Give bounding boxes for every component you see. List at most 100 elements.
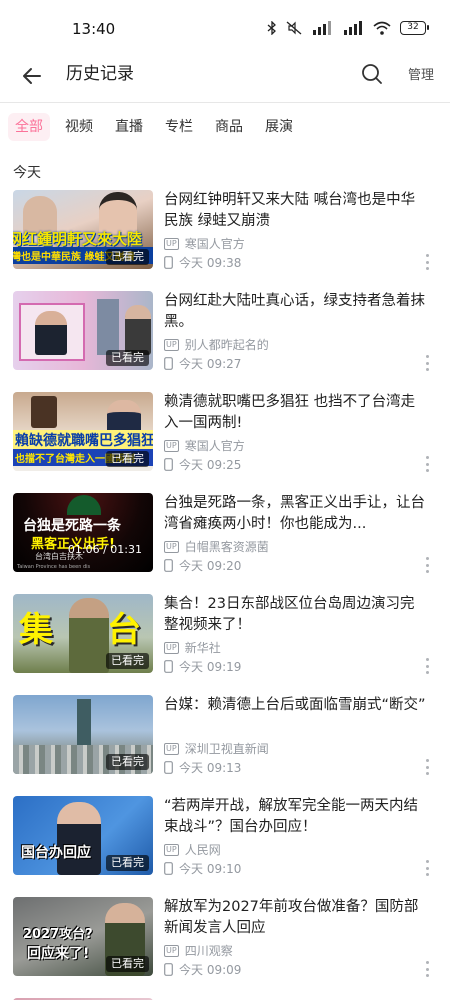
history-item[interactable]: 2027攻台? 回应来了! 已看完 解放军为2027年前攻台做准备？国防部新闻发… [0,897,450,998]
uploader-row: UP 四川观察 [164,942,233,959]
tab-article[interactable]: 专栏 [158,113,200,141]
video-title[interactable]: “若两岸开战，解放军完全能一两天内结束战斗”？国台办回应！ [164,796,426,838]
history-item[interactable]: 已看完 台网红赴大陆吐真心话，绿支持者急着抹黑。 UP 别人都昨起名的 今天 0… [0,291,450,392]
history-item[interactable]: 台独是死路一条 黑客正义出手! 台湾白吉扶木 Taiwan Province h… [0,493,450,594]
video-thumbnail[interactable]: 网红鍾明軒又來大陸 灣也是中華民族 綠蛙又崩潰 已看完 [13,190,153,269]
up-badge-icon: UP [164,944,179,957]
back-arrow-icon [23,68,41,84]
watched-badge: 已看完 [106,451,149,467]
search-icon [362,64,382,84]
watched-badge: 已看完 [106,754,149,770]
watch-time: 今天 09:20 [179,559,242,573]
uploader-name[interactable]: 别人都昨起名的 [185,336,269,353]
more-options-button[interactable] [422,658,432,674]
thumbnail-caption-1: 国台办回应 [21,845,91,861]
page-title: 历史记录 [66,64,134,84]
history-list: 网红鍾明軒又來大陸 灣也是中華民族 綠蛙又崩潰 已看完 台网红钟明轩又来大陆 喊… [0,190,450,1000]
thumbnail-caption-2: 台 [107,610,141,650]
up-badge-icon: UP [164,540,179,553]
more-options-button[interactable] [422,254,432,270]
video-title[interactable]: 解放军为2027年前攻台做准备？国防部新闻发言人回应 [164,897,426,939]
bluetooth-icon [267,21,276,35]
manage-button[interactable]: 管理 [408,64,434,83]
mute-icon [286,21,302,35]
phone-icon [164,458,173,471]
more-options-button[interactable] [422,355,432,371]
playback-progress-badge: 01:06 / 01:31 [67,543,142,556]
video-thumbnail[interactable]: 集 台 已看完 [13,594,153,673]
phone-icon [164,761,173,774]
up-badge-icon: UP [164,338,179,351]
thumbnail-caption-1: 賴缺德就職嘴巴多猖狂 [13,430,153,450]
tab-video[interactable]: 视频 [58,113,100,141]
watch-time: 今天 09:13 [179,761,242,775]
watch-time: 今天 09:10 [179,862,242,876]
tab-goods[interactable]: 商品 [208,113,250,141]
uploader-row: UP 寒国人官方 [164,235,245,252]
tab-all[interactable]: 全部 [8,113,50,141]
video-thumbnail[interactable]: 已看完 [13,695,153,774]
thumbnail-person-left [35,311,67,355]
uploader-name[interactable]: 深圳卫视直新闻 [185,740,269,757]
thumbnail-building [97,299,119,355]
up-badge-icon: UP [164,641,179,654]
wifi-icon [373,21,391,35]
uploader-name[interactable]: 寒国人官方 [185,235,245,252]
uploader-name[interactable]: 新华社 [185,639,221,656]
status-time: 13:40 [72,20,116,38]
thumbnail-caption-1: 2027攻台? [23,927,93,942]
watch-time-row: 今天 09:25 [164,456,241,473]
thumbnail-person [57,802,101,875]
thumbnail-person-right [125,305,151,355]
video-title[interactable]: 赖清德就职嘴巴多猖狂 也挡不了台湾走入一国两制! [164,392,426,434]
uploader-name[interactable]: 白帽黑客资源菌 [185,538,269,555]
video-thumbnail[interactable]: 已看完 [13,291,153,370]
watch-time: 今天 09:38 [179,256,242,270]
watched-badge: 已看完 [106,249,149,265]
watch-time: 今天 09:09 [179,963,242,977]
video-thumbnail[interactable]: 国台办回应 已看完 [13,796,153,875]
back-button[interactable] [18,62,46,90]
search-button[interactable] [358,60,386,88]
signal-hd-icon-1 [313,21,331,35]
uploader-name[interactable]: 人民网 [185,841,221,858]
uploader-row: UP 深圳卫视直新闻 [164,740,269,757]
thumbnail-caption-2: 回应来了! [27,946,90,962]
uploader-row: UP 寒国人官方 [164,437,245,454]
watched-badge: 已看完 [106,855,149,871]
phone-icon [164,963,173,976]
watch-time: 今天 09:25 [179,458,242,472]
video-thumbnail[interactable]: 賴缺德就職嘴巴多猖狂 也擋不了台灣走入一國兩制 已看完 [13,392,153,471]
thumbnail-soldier [69,598,109,673]
history-item[interactable]: 已看完 台媒：赖清德上台后或面临雪崩式“断交” UP 深圳卫视直新闻 今天 09… [0,695,450,796]
tab-show[interactable]: 展演 [258,113,300,141]
watch-time-row: 今天 09:19 [164,658,241,675]
up-badge-icon: UP [164,439,179,452]
thumbnail-caption-1: 台独是死路一条 [23,518,121,534]
video-thumbnail[interactable]: 台独是死路一条 黑客正义出手! 台湾白吉扶木 Taiwan Province h… [13,493,153,572]
video-title[interactable]: 台网红赴大陆吐真心话，绿支持者急着抹黑。 [164,291,426,333]
thumbnail-caption-4: Taiwan Province has been dis [17,564,91,570]
uploader-name[interactable]: 寒国人官方 [185,437,245,454]
more-options-button[interactable] [422,456,432,472]
more-options-button[interactable] [422,961,432,977]
watch-time-row: 今天 09:38 [164,254,241,271]
video-title[interactable]: 台媒：赖清德上台后或面临雪崩式“断交” [164,695,426,716]
phone-icon [164,256,173,269]
video-title[interactable]: 台独是死路一条，黑客正义出手让，让台湾省瘫痪两小时！你也能成为... [164,493,426,535]
phone-icon [164,559,173,572]
uploader-name[interactable]: 四川观察 [185,942,233,959]
history-item[interactable]: 国台办回应 已看完 “若两岸开战，解放军完全能一两天内结束战斗”？国台办回应！ … [0,796,450,897]
history-item[interactable]: 集 台 已看完 集合！23日东部战区位台岛周边演习完整视频来了！ UP 新华社 … [0,594,450,695]
video-thumbnail[interactable]: 2027攻台? 回应来了! 已看完 [13,897,153,976]
history-item[interactable]: 賴缺德就職嘴巴多猖狂 也擋不了台灣走入一國兩制 已看完 赖清德就职嘴巴多猖狂 也… [0,392,450,493]
uploader-row: UP 白帽黑客资源菌 [164,538,269,555]
more-options-button[interactable] [422,759,432,775]
video-title[interactable]: 台网红钟明轩又来大陆 喊台湾也是中华民族 绿蛙又崩溃 [164,190,426,232]
more-options-button[interactable] [422,860,432,876]
more-options-button[interactable] [422,557,432,573]
history-item[interactable]: 网红鍾明軒又來大陸 灣也是中華民族 綠蛙又崩潰 已看完 台网红钟明轩又来大陆 喊… [0,190,450,291]
tab-live[interactable]: 直播 [108,113,150,141]
video-title[interactable]: 集合！23日东部战区位台岛周边演习完整视频来了！ [164,594,426,636]
header-divider [0,102,450,103]
